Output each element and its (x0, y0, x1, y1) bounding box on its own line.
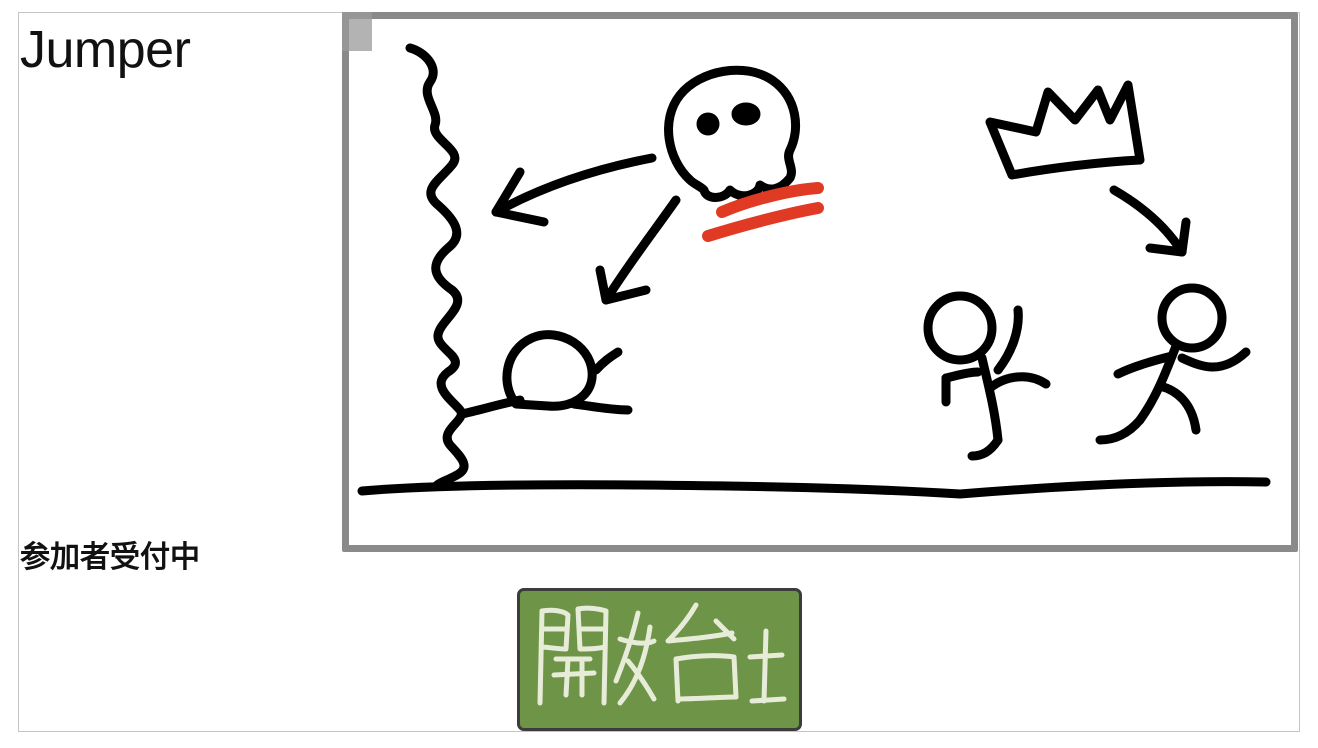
start-button[interactable]: 開始 (517, 588, 802, 731)
stick-figure-icon (1095, 283, 1251, 445)
title-illustration (357, 43, 1271, 499)
page-title: Jumper (20, 21, 191, 79)
title-illustration-canvas (342, 12, 1298, 552)
canvas-corner-handle (342, 12, 372, 51)
lobby-status-text: 参加者受付中 (20, 540, 200, 575)
start-button-handwritten-label (537, 602, 787, 706)
arrow-icon (491, 153, 1191, 305)
skull-icon (664, 65, 800, 202)
crown-icon (985, 80, 1145, 180)
zigzag-wall-icon (405, 43, 469, 491)
ground-line-icon (357, 477, 1271, 499)
stick-figure-icon (923, 291, 1051, 461)
stick-figure-icon (457, 330, 633, 419)
